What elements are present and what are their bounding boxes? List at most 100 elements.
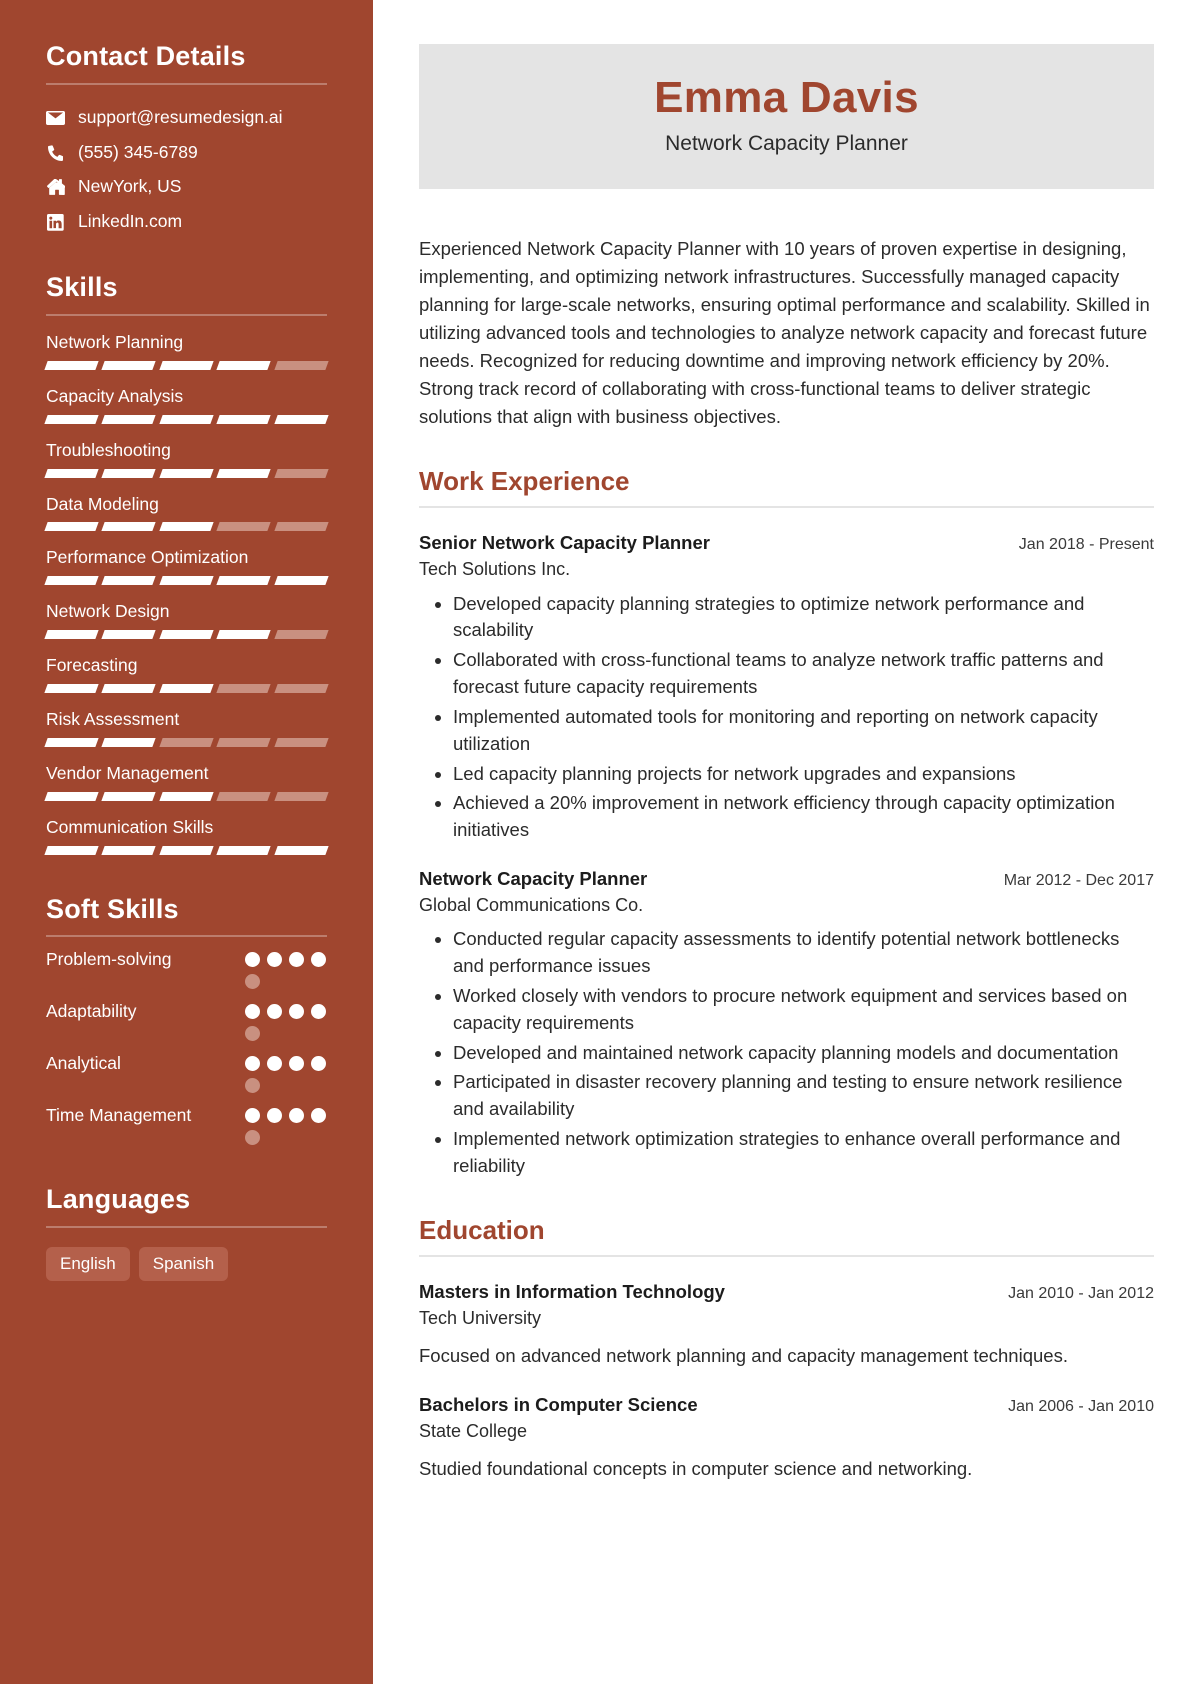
entry-title: Bachelors in Computer Science <box>419 1393 698 1415</box>
entry-date-range: Jan 2010 - Jan 2012 <box>1008 1284 1154 1302</box>
skill-level-segment <box>216 845 272 855</box>
entry-date-range: Mar 2012 - Dec 2017 <box>1003 871 1154 889</box>
skill-item: Vendor Management <box>44 762 329 801</box>
skill-level-segment <box>159 684 214 693</box>
soft-skills-heading: Soft Skills <box>46 893 179 924</box>
skill-name: Risk Assessment <box>46 709 180 729</box>
skill-level-segment <box>216 791 272 801</box>
entry-bullet: Implemented network optimization strateg… <box>453 1126 1154 1180</box>
contact-item[interactable]: (555) 345-6789 <box>46 142 327 164</box>
entry-date-range: Jan 2006 - Jan 2010 <box>1008 1397 1154 1415</box>
entry-description: Focused on advanced network planning and… <box>419 1344 1068 1366</box>
skill-level-segment <box>101 522 157 532</box>
soft-skill-name: Problem-solving <box>46 949 172 970</box>
soft-skill-item: Problem-solving <box>46 948 327 990</box>
skill-level-segment <box>273 360 329 370</box>
skill-name: Performance Optimization <box>46 547 249 568</box>
skill-level-segment <box>159 576 214 586</box>
skill-level-bar <box>44 630 329 640</box>
soft-skill-level-dot <box>245 1078 260 1094</box>
soft-skill-level-dot <box>267 952 282 968</box>
skill-level-segment <box>273 791 329 801</box>
contact-item-text: support@resumedesign.ai <box>78 106 283 127</box>
contact-details-section: Contact Details support@resumedesign.ai (… <box>46 41 327 233</box>
skill-item: Troubleshooting <box>44 440 329 478</box>
work-experience-heading: Work Experience <box>419 466 630 497</box>
skill-name: Vendor Management <box>46 762 209 783</box>
skill-item: Capacity Analysis <box>44 386 329 424</box>
education-heading-divider <box>419 1254 1154 1257</box>
soft-skill-level-dot <box>245 1108 260 1124</box>
soft-skills-section: Soft Skills Problem-solving Adaptability A… <box>46 893 327 1146</box>
contact-item[interactable]: support@resumedesign.ai <box>46 107 327 129</box>
entry-organization: Tech University <box>419 1307 542 1328</box>
skill-level-segment <box>101 414 157 424</box>
entry-organization: State College <box>419 1420 528 1441</box>
candidate-name: Emma Davis <box>654 73 919 122</box>
education-heading: Education <box>419 1214 545 1245</box>
entry-bullet: Implemented automated tools for monitori… <box>453 704 1154 758</box>
skills-list: Network Planning Capacity Analysis Trouble… <box>44 331 329 855</box>
skill-name: Forecasting <box>46 655 138 676</box>
skill-level-bar <box>44 522 329 532</box>
entry-title: Senior Network Capacity Planner <box>419 532 710 554</box>
skill-level-segment <box>44 791 100 801</box>
contact-item[interactable]: NewYork, US <box>46 176 327 198</box>
entry-bullet: Worked closely with vendors to procure n… <box>453 983 1154 1037</box>
languages-list: English Spanish <box>46 1247 327 1282</box>
soft-skill-item: Time Management <box>46 1104 327 1146</box>
skill-level-segment <box>216 522 272 532</box>
entry-bullet: Led capacity planning projects for netwo… <box>453 761 1154 788</box>
skill-level-bar <box>44 414 329 424</box>
skill-level-segment <box>44 737 100 747</box>
skill-level-segment <box>216 360 272 370</box>
skill-level-segment <box>159 845 214 855</box>
soft-skill-level-dot <box>245 974 260 990</box>
skill-level-segment <box>159 468 214 478</box>
language-pill[interactable]: Spanish <box>138 1247 229 1282</box>
skill-item: Network Design <box>44 601 329 640</box>
skills-heading: Skills <box>46 272 118 303</box>
soft-skill-level-dots <box>245 1104 327 1146</box>
envelope-icon <box>46 110 65 125</box>
soft-skill-level-dot <box>289 952 304 968</box>
professional-summary: Experienced Network Capacity Planner wit… <box>419 237 1150 428</box>
entry-header-row: Masters in Information Technology Jan 201… <box>419 1280 1154 1304</box>
languages-heading: Languages <box>46 1184 191 1215</box>
skill-item: Network Planning <box>44 331 329 370</box>
contact-details-heading: Contact Details <box>46 41 246 71</box>
skill-level-segment <box>273 845 329 855</box>
entry-organization: Tech Solutions Inc. <box>419 559 571 580</box>
skill-level-segment <box>273 468 329 478</box>
skill-level-segment <box>101 845 157 855</box>
entry-bullet: Achieved a 20% improvement in network ef… <box>453 790 1154 844</box>
soft-skill-level-dot <box>289 1004 304 1020</box>
soft-skill-level-dots <box>245 948 327 990</box>
skill-item: Forecasting <box>44 655 329 693</box>
resume-entry: Bachelors in Computer Science Jan 2006 - … <box>419 1393 1154 1483</box>
soft-skill-level-dots <box>245 1052 327 1094</box>
skill-level-segment <box>101 791 157 801</box>
skill-level-segment <box>44 576 100 586</box>
skill-level-segment <box>159 791 214 801</box>
skill-level-segment <box>159 414 214 424</box>
soft-skill-level-dot <box>267 1004 282 1020</box>
phone-icon <box>46 144 65 161</box>
languages-section: Languages English Spanish <box>46 1184 327 1282</box>
skill-item: Performance Optimization <box>44 547 329 586</box>
skill-level-segment <box>159 360 214 370</box>
entry-bullet: Participated in disaster recovery planni… <box>453 1069 1154 1123</box>
entry-bullet: Developed and maintained network capacit… <box>453 1040 1154 1067</box>
skill-name: Network Planning <box>46 331 184 352</box>
work-experience-section: Work Experience Senior Network Capacity … <box>419 466 1154 1180</box>
skill-item: Risk Assessment <box>44 709 329 747</box>
contact-item-text: NewYork, US <box>78 176 182 197</box>
contact-item[interactable]: LinkedIn.com <box>46 211 327 233</box>
soft-skill-level-dot <box>245 1056 260 1072</box>
skill-level-segment <box>216 414 272 424</box>
entry-title: Network Capacity Planner <box>419 867 648 889</box>
language-pill[interactable]: English <box>46 1247 130 1282</box>
soft-skill-level-dot <box>245 1130 260 1146</box>
soft-skill-level-dot <box>311 1004 326 1020</box>
main-content: Emma Davis Network Capacity Planner Expe… <box>373 0 1200 1684</box>
